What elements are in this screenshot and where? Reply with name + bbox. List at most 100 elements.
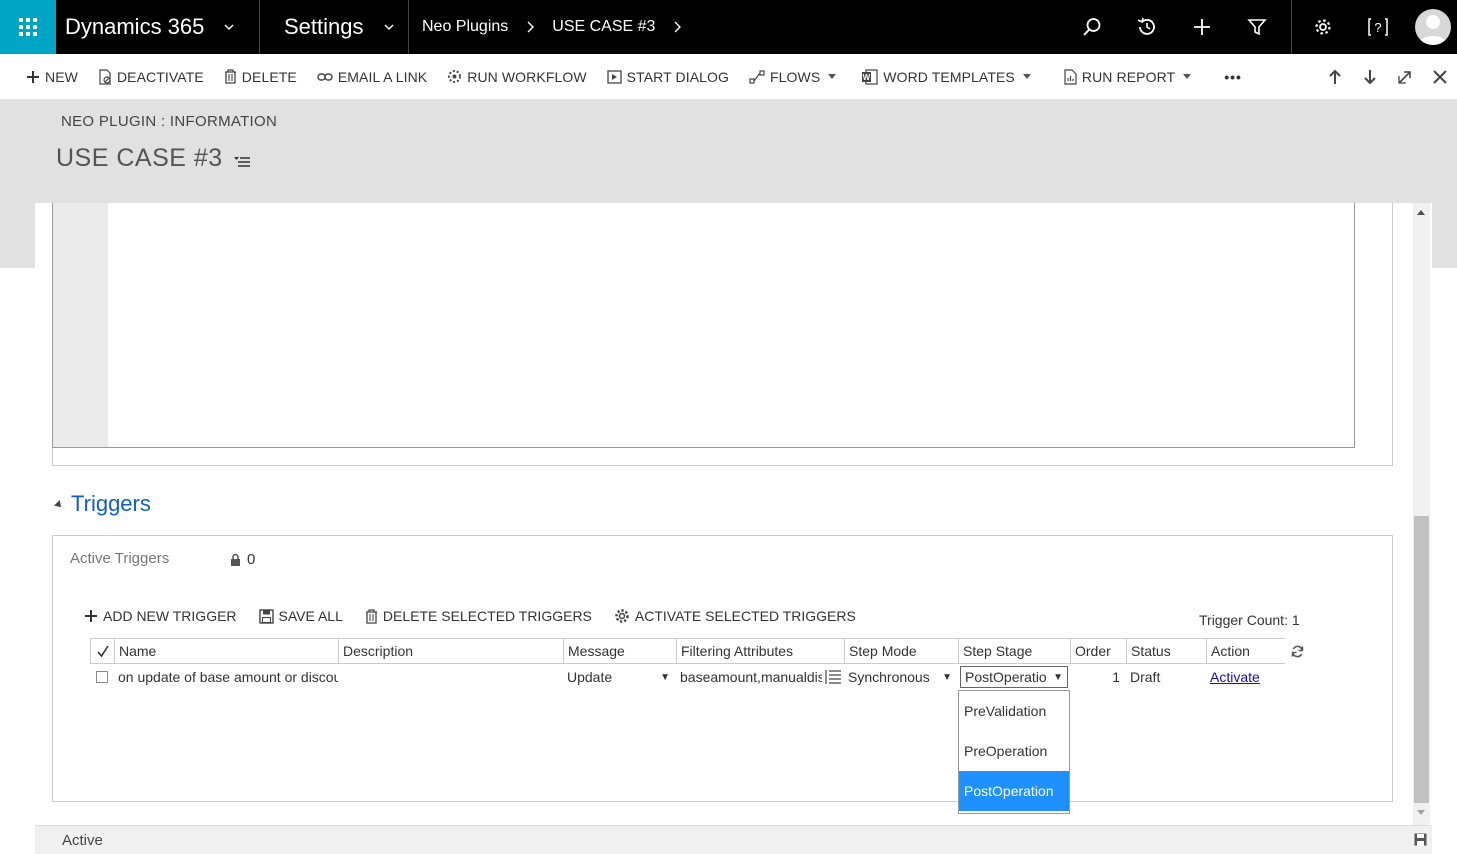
email-link-button[interactable]: EMAIL A LINK	[307, 54, 437, 100]
run-workflow-button[interactable]: RUN WORKFLOW	[437, 54, 596, 100]
close-button[interactable]	[1422, 54, 1457, 100]
stage-option-prevalidation[interactable]: PreValidation	[959, 691, 1069, 731]
breadcrumb-entity[interactable]: Neo Plugins	[422, 18, 508, 36]
step-stage-select[interactable]: PostOperation ▼	[960, 666, 1068, 688]
vertical-scrollbar[interactable]	[1413, 203, 1430, 825]
column-header-order[interactable]: Order	[1070, 638, 1126, 664]
user-avatar[interactable]	[1415, 9, 1451, 45]
editor-gutter	[53, 203, 108, 447]
trigger-name-cell[interactable]: on update of base amount or discount	[114, 664, 338, 690]
recent-button[interactable]	[1119, 0, 1174, 54]
active-triggers-count: 0	[247, 551, 256, 568]
more-commands-button[interactable]: •••	[1206, 54, 1252, 100]
more-label: •••	[1224, 68, 1242, 85]
top-nav-bar: Dynamics 365 Settings Neo Plugins USE CA…	[0, 0, 1457, 54]
popout-button[interactable]	[1387, 54, 1422, 100]
arrow-down-icon	[1363, 70, 1376, 85]
column-header-name[interactable]: Name	[114, 638, 338, 664]
new-label: NEW	[45, 68, 78, 85]
breadcrumb: Neo Plugins USE CASE #3	[409, 0, 699, 54]
scroll-down-arrow-icon[interactable]	[1417, 810, 1425, 815]
code-editor[interactable]	[52, 203, 1355, 448]
report-icon	[1064, 68, 1077, 85]
trigger-count: Trigger Count: 1	[1199, 612, 1300, 628]
lock-icon	[231, 553, 240, 566]
breadcrumb-record[interactable]: USE CASE #3	[552, 18, 655, 36]
plus-icon	[1193, 19, 1210, 35]
status-cell: Draft	[1130, 669, 1161, 685]
help-button[interactable]: ?	[1350, 0, 1405, 54]
stage-option-preoperation[interactable]: PreOperation	[959, 731, 1069, 771]
header-gutter	[1430, 100, 1457, 268]
entity-form-name[interactable]: NEO PLUGIN : INFORMATION	[61, 113, 277, 130]
add-trigger-button[interactable]: ADD NEW TRIGGER	[84, 608, 237, 624]
record-title: USE CASE #3	[56, 144, 223, 172]
plus-icon	[27, 70, 39, 83]
left-margin	[0, 268, 35, 854]
search-button[interactable]	[1064, 0, 1119, 54]
workflow-icon	[448, 70, 462, 83]
stage-option-postoperation[interactable]: PostOperation	[959, 771, 1069, 811]
svg-text:W: W	[863, 73, 871, 82]
run-report-button[interactable]: RUN REPORT	[1046, 54, 1206, 100]
settings-button[interactable]	[1295, 0, 1350, 54]
filtering-value: baseamount,manualdiscount	[680, 669, 822, 685]
caret-down-icon	[1022, 74, 1031, 79]
start-dialog-label: START DIALOG	[626, 68, 730, 85]
link-icon	[317, 72, 333, 81]
row-checkbox[interactable]	[90, 664, 114, 690]
app-launcher-button[interactable]	[0, 0, 56, 54]
waffle-icon	[19, 18, 37, 36]
advanced-find-button[interactable]	[1229, 0, 1284, 54]
flow-icon	[749, 69, 765, 84]
quick-create-button[interactable]	[1174, 0, 1229, 54]
column-header-status[interactable]: Status	[1126, 638, 1206, 664]
refresh-icon[interactable]	[1291, 645, 1304, 658]
chevron-right-icon[interactable]	[673, 21, 682, 33]
column-header-filtering[interactable]: Filtering Attributes	[676, 638, 844, 664]
trash-icon	[365, 608, 377, 624]
activate-selected-button[interactable]: ACTIVATE SELECTED TRIGGERS	[614, 608, 856, 624]
column-header-stage[interactable]: Step Stage	[958, 638, 1070, 664]
triggers-section-header[interactable]: Triggers	[54, 491, 151, 517]
triggers-title: Triggers	[71, 491, 151, 516]
app-switcher[interactable]: Dynamics 365	[56, 0, 260, 54]
step-stage-cell: PostOperation ▼	[958, 664, 1070, 690]
select-all-checkbox[interactable]	[90, 638, 114, 664]
column-header-message[interactable]: Message	[563, 638, 676, 664]
flows-label: FLOWS	[770, 68, 821, 85]
filtering-attributes-cell[interactable]: baseamount,manualdiscount	[676, 664, 844, 690]
caret-down-icon	[1183, 74, 1192, 79]
form-selector-icon[interactable]	[233, 154, 251, 168]
area-switcher[interactable]: Settings	[260, 0, 409, 54]
delete-selected-button[interactable]: DELETE SELECTED TRIGGERS	[365, 608, 592, 624]
save-icon[interactable]	[1414, 833, 1427, 846]
next-record-button[interactable]	[1352, 54, 1387, 100]
command-bar: NEW DEACTIVATE DELETE EMAIL A LINK RUN W…	[0, 54, 1457, 100]
word-icon: W	[862, 68, 878, 85]
scroll-thumb[interactable]	[1414, 516, 1429, 803]
new-button[interactable]: NEW	[0, 54, 88, 100]
flows-button[interactable]: FLOWS	[739, 54, 851, 100]
scroll-up-arrow-icon[interactable]	[1417, 210, 1425, 215]
checkmark-icon	[96, 645, 109, 658]
step-stage-dropdown: PreValidation PreOperation PostOperation	[958, 690, 1070, 814]
activate-link[interactable]: Activate	[1210, 669, 1260, 685]
list-picker-icon[interactable]	[824, 669, 842, 685]
save-all-button[interactable]: SAVE ALL	[258, 608, 343, 624]
column-header-action[interactable]: Action	[1206, 638, 1284, 664]
start-dialog-button[interactable]: START DIALOG	[597, 54, 739, 100]
order-cell[interactable]: 1	[1070, 664, 1126, 690]
previous-record-button[interactable]	[1317, 54, 1352, 100]
column-header-mode[interactable]: Step Mode	[844, 638, 958, 664]
delete-button[interactable]: DELETE	[214, 54, 307, 100]
column-header-description[interactable]: Description	[338, 638, 563, 664]
step-mode-select[interactable]: Synchronous ▼	[844, 664, 958, 690]
dialog-icon	[607, 69, 622, 84]
trigger-description-cell[interactable]	[338, 664, 563, 690]
deactivate-button[interactable]: DEACTIVATE	[88, 54, 214, 100]
message-select[interactable]: Update ▼	[563, 664, 676, 690]
trash-icon	[224, 69, 236, 84]
active-triggers-value: 0	[230, 551, 255, 568]
word-templates-button[interactable]: W WORD TEMPLATES	[851, 54, 1046, 100]
